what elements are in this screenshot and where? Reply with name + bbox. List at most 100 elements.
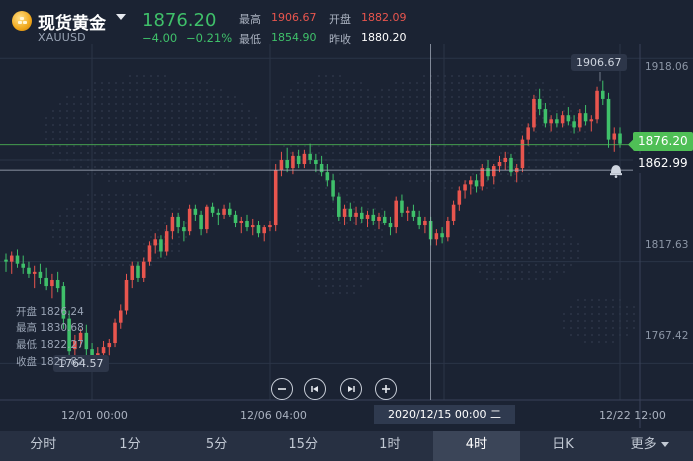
candle[interactable] (101, 347, 106, 354)
candle[interactable] (308, 153, 312, 160)
candle[interactable] (124, 279, 129, 311)
candle[interactable] (405, 210, 410, 213)
candle[interactable] (262, 227, 267, 234)
candle[interactable] (296, 155, 301, 165)
tab-4hour[interactable]: 4时 (433, 431, 520, 461)
candle[interactable] (520, 139, 525, 169)
candle[interactable] (228, 208, 232, 215)
candle[interactable] (503, 157, 508, 162)
candle[interactable] (32, 271, 37, 274)
candle[interactable] (491, 166, 496, 177)
candle[interactable] (273, 170, 278, 226)
candle[interactable] (532, 98, 536, 128)
candle[interactable] (27, 267, 31, 274)
candle[interactable] (15, 255, 20, 264)
candle[interactable] (572, 121, 576, 128)
candle[interactable] (113, 322, 117, 344)
candle[interactable] (382, 216, 387, 224)
candle[interactable] (463, 184, 467, 191)
candle[interactable] (400, 200, 404, 213)
candle[interactable] (618, 133, 622, 144)
tab-daily[interactable]: 日K (520, 431, 607, 461)
candle[interactable] (319, 164, 324, 173)
tab-more[interactable]: 更多 (606, 431, 693, 461)
candle[interactable] (187, 208, 192, 232)
tab-1hour[interactable]: 1时 (347, 431, 434, 461)
candle[interactable] (601, 90, 605, 99)
candle[interactable] (38, 271, 43, 278)
candle[interactable] (84, 332, 89, 350)
candle[interactable] (417, 216, 421, 226)
candle[interactable] (348, 208, 353, 217)
candle[interactable] (55, 279, 60, 289)
candle[interactable] (411, 210, 416, 217)
candle[interactable] (233, 214, 238, 224)
candle[interactable] (205, 206, 209, 230)
candle[interactable] (457, 190, 462, 205)
candle[interactable] (182, 227, 186, 232)
candle[interactable] (606, 98, 611, 140)
candle[interactable] (371, 214, 376, 221)
chevron-down-icon[interactable] (116, 14, 126, 20)
candle[interactable] (440, 233, 444, 238)
scroll-back-button[interactable] (304, 378, 326, 400)
candle[interactable] (486, 168, 490, 177)
candle[interactable] (159, 239, 163, 252)
candle[interactable] (337, 196, 341, 217)
candle[interactable] (291, 155, 295, 169)
candle[interactable] (118, 310, 123, 323)
candle[interactable] (107, 343, 112, 348)
candle[interactable] (147, 245, 152, 262)
candle[interactable] (423, 220, 427, 226)
candle[interactable] (141, 261, 146, 278)
candle[interactable] (365, 214, 370, 219)
candle[interactable] (199, 214, 203, 230)
candle[interactable] (285, 159, 289, 169)
candle[interactable] (44, 277, 48, 287)
candle[interactable] (549, 119, 553, 124)
tab-15min[interactable]: 15分 (260, 431, 347, 461)
candle[interactable] (279, 159, 284, 171)
candle[interactable] (354, 212, 358, 217)
zoom-out-button[interactable] (271, 378, 293, 400)
candle[interactable] (446, 220, 450, 238)
candle[interactable] (21, 263, 25, 268)
candle[interactable] (451, 204, 456, 221)
candle[interactable] (342, 208, 347, 217)
candle[interactable] (164, 231, 169, 252)
tab-5min[interactable]: 5分 (173, 431, 260, 461)
candle[interactable] (359, 212, 364, 219)
scroll-forward-button[interactable] (340, 378, 362, 400)
candle[interactable] (526, 127, 530, 140)
candle[interactable] (480, 168, 485, 187)
candle[interactable] (583, 113, 588, 122)
candle[interactable] (239, 220, 244, 224)
candle[interactable] (595, 90, 599, 120)
candle[interactable] (394, 200, 398, 228)
tab-timeshare[interactable]: 分时 (0, 431, 87, 461)
candle[interactable] (50, 279, 54, 287)
candle[interactable] (4, 259, 8, 262)
candle[interactable] (331, 180, 335, 197)
candle[interactable] (589, 119, 594, 122)
candle[interactable] (256, 225, 261, 234)
candle[interactable] (193, 208, 198, 215)
candle[interactable] (268, 225, 272, 228)
candle[interactable] (555, 119, 559, 124)
candle[interactable] (388, 223, 393, 228)
candle[interactable] (130, 265, 135, 280)
candle[interactable] (566, 115, 571, 122)
candle[interactable] (153, 239, 157, 246)
candle[interactable] (170, 216, 175, 232)
candle[interactable] (314, 159, 318, 165)
candle[interactable] (245, 220, 249, 228)
candle[interactable] (543, 109, 548, 124)
candle[interactable] (560, 115, 565, 124)
candle[interactable] (136, 265, 140, 278)
candle[interactable] (612, 133, 617, 140)
candle[interactable] (250, 225, 255, 228)
candle[interactable] (377, 216, 381, 221)
candle[interactable] (9, 255, 14, 262)
candle[interactable] (325, 172, 330, 181)
candle[interactable] (302, 153, 307, 165)
